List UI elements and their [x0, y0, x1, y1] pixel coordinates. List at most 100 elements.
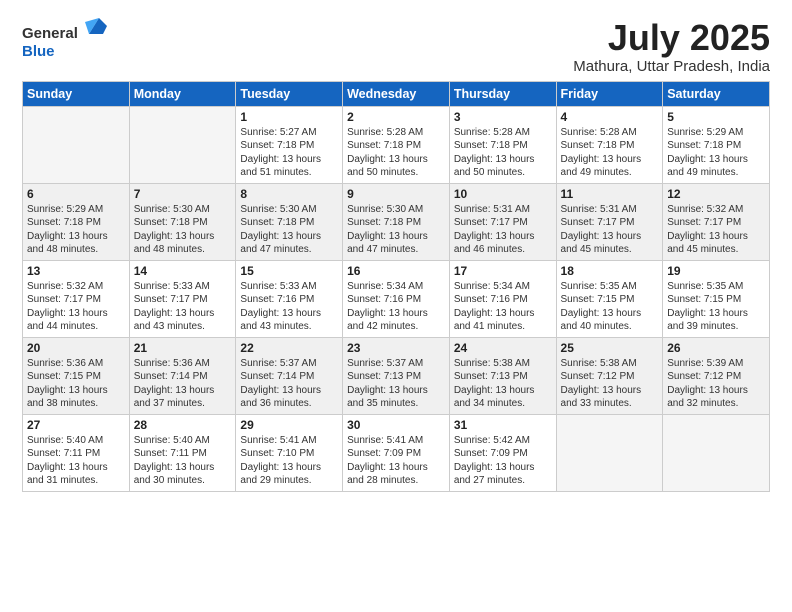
calendar-cell: 3 Sunrise: 5:28 AM Sunset: 7:18 PM Daylig… [449, 106, 556, 183]
day-info: Sunrise: 5:42 AM Sunset: 7:09 PM Dayligh… [454, 434, 552, 488]
weekday-header: Wednesday [343, 81, 450, 106]
day-number: 2 [347, 110, 445, 124]
day-info: Sunrise: 5:37 AM Sunset: 7:14 PM Dayligh… [240, 357, 338, 411]
day-number: 6 [27, 187, 125, 201]
calendar-cell: 31 Sunrise: 5:42 AM Sunset: 7:09 PM Dayli… [449, 414, 556, 491]
calendar-cell: 19 Sunrise: 5:35 AM Sunset: 7:15 PM Dayli… [663, 260, 770, 337]
calendar-cell: 12 Sunrise: 5:32 AM Sunset: 7:17 PM Dayli… [663, 183, 770, 260]
day-number: 24 [454, 341, 552, 355]
day-number: 3 [454, 110, 552, 124]
day-info: Sunrise: 5:35 AM Sunset: 7:15 PM Dayligh… [667, 280, 765, 334]
weekday-header: Sunday [23, 81, 130, 106]
day-info: Sunrise: 5:36 AM Sunset: 7:15 PM Dayligh… [27, 357, 125, 411]
day-number: 20 [27, 341, 125, 355]
calendar-cell: 24Sunrise: 5:38 AM Sunset: 7:13 PM Dayli… [449, 337, 556, 414]
calendar-cell: 1Sunrise: 5:27 AM Sunset: 7:18 PM Daylig… [236, 106, 343, 183]
day-info: Sunrise: 5:33 AM Sunset: 7:16 PM Dayligh… [240, 280, 338, 334]
day-number: 30 [347, 418, 445, 432]
day-number: 18 [561, 264, 659, 278]
calendar-cell: 14Sunrise: 5:33 AM Sunset: 7:17 PM Dayli… [129, 260, 236, 337]
day-number: 1 [240, 110, 338, 124]
calendar-cell: 17 Sunrise: 5:34 AM Sunset: 7:16 PM Dayli… [449, 260, 556, 337]
main-title: July 2025 [573, 18, 770, 58]
day-number: 16 [347, 264, 445, 278]
day-number: 26 [667, 341, 765, 355]
day-info: Sunrise: 5:34 AM Sunset: 7:16 PM Dayligh… [347, 280, 445, 334]
calendar-cell: 8 Sunrise: 5:30 AM Sunset: 7:18 PM Daylig… [236, 183, 343, 260]
day-info: Sunrise: 5:30 AM Sunset: 7:18 PM Dayligh… [347, 203, 445, 257]
day-number: 13 [27, 264, 125, 278]
weekday-header: Thursday [449, 81, 556, 106]
day-info: Sunrise: 5:34 AM Sunset: 7:16 PM Dayligh… [454, 280, 552, 334]
day-info: Sunrise: 5:29 AM Sunset: 7:18 PM Dayligh… [27, 203, 125, 257]
calendar-cell: 15 Sunrise: 5:33 AM Sunset: 7:16 PM Dayli… [236, 260, 343, 337]
subtitle: Mathura, Uttar Pradesh, India [573, 58, 770, 75]
day-number: 4 [561, 110, 659, 124]
weekday-header: Tuesday [236, 81, 343, 106]
day-number: 27 [27, 418, 125, 432]
day-number: 9 [347, 187, 445, 201]
day-info: Sunrise: 5:38 AM Sunset: 7:12 PM Dayligh… [561, 357, 659, 411]
day-info: Sunrise: 5:30 AM Sunset: 7:18 PM Dayligh… [240, 203, 338, 257]
calendar-cell: 4 Sunrise: 5:28 AM Sunset: 7:18 PM Daylig… [556, 106, 663, 183]
logo-icon [85, 16, 107, 38]
calendar-week-row: 13Sunrise: 5:32 AM Sunset: 7:17 PM Dayli… [23, 260, 770, 337]
day-number: 22 [240, 341, 338, 355]
day-info: Sunrise: 5:32 AM Sunset: 7:17 PM Dayligh… [667, 203, 765, 257]
day-number: 25 [561, 341, 659, 355]
day-info: Sunrise: 5:36 AM Sunset: 7:14 PM Dayligh… [134, 357, 232, 411]
calendar-cell: 2 Sunrise: 5:28 AM Sunset: 7:18 PM Daylig… [343, 106, 450, 183]
calendar-cell: 11Sunrise: 5:31 AM Sunset: 7:17 PM Dayli… [556, 183, 663, 260]
calendar-cell: 23Sunrise: 5:37 AM Sunset: 7:13 PM Dayli… [343, 337, 450, 414]
day-number: 5 [667, 110, 765, 124]
day-info: Sunrise: 5:41 AM Sunset: 7:09 PM Dayligh… [347, 434, 445, 488]
calendar-cell: 21 Sunrise: 5:36 AM Sunset: 7:14 PM Dayli… [129, 337, 236, 414]
day-number: 28 [134, 418, 232, 432]
logo-general: General [22, 20, 107, 43]
day-info: Sunrise: 5:28 AM Sunset: 7:18 PM Dayligh… [454, 126, 552, 180]
weekday-header: Monday [129, 81, 236, 106]
calendar-week-row: 20 Sunrise: 5:36 AM Sunset: 7:15 PM Dayli… [23, 337, 770, 414]
day-info: Sunrise: 5:40 AM Sunset: 7:11 PM Dayligh… [27, 434, 125, 488]
calendar-cell: 16 Sunrise: 5:34 AM Sunset: 7:16 PM Dayli… [343, 260, 450, 337]
day-info: Sunrise: 5:30 AM Sunset: 7:18 PM Dayligh… [134, 203, 232, 257]
calendar-cell: 27 Sunrise: 5:40 AM Sunset: 7:11 PM Dayli… [23, 414, 130, 491]
day-number: 7 [134, 187, 232, 201]
weekday-header-row: SundayMondayTuesdayWednesdayThursdayFrid… [23, 81, 770, 106]
day-number: 15 [240, 264, 338, 278]
calendar-cell: 30 Sunrise: 5:41 AM Sunset: 7:09 PM Dayli… [343, 414, 450, 491]
calendar-cell: 7 Sunrise: 5:30 AM Sunset: 7:18 PM Daylig… [129, 183, 236, 260]
day-number: 21 [134, 341, 232, 355]
calendar-cell [556, 414, 663, 491]
calendar-cell: 20 Sunrise: 5:36 AM Sunset: 7:15 PM Dayli… [23, 337, 130, 414]
calendar-cell: 10 Sunrise: 5:31 AM Sunset: 7:17 PM Dayli… [449, 183, 556, 260]
calendar-cell [663, 414, 770, 491]
calendar: SundayMondayTuesdayWednesdayThursdayFrid… [22, 81, 770, 492]
calendar-cell: 25 Sunrise: 5:38 AM Sunset: 7:12 PM Dayli… [556, 337, 663, 414]
calendar-cell: 26Sunrise: 5:39 AM Sunset: 7:12 PM Dayli… [663, 337, 770, 414]
title-block: July 2025 Mathura, Uttar Pradesh, India [573, 18, 770, 75]
day-number: 12 [667, 187, 765, 201]
day-info: Sunrise: 5:37 AM Sunset: 7:13 PM Dayligh… [347, 357, 445, 411]
calendar-cell: 22 Sunrise: 5:37 AM Sunset: 7:14 PM Dayli… [236, 337, 343, 414]
calendar-cell [23, 106, 130, 183]
day-number: 17 [454, 264, 552, 278]
calendar-cell: 9 Sunrise: 5:30 AM Sunset: 7:18 PM Daylig… [343, 183, 450, 260]
day-info: Sunrise: 5:31 AM Sunset: 7:17 PM Dayligh… [454, 203, 552, 257]
day-number: 31 [454, 418, 552, 432]
logo: General Blue [22, 20, 107, 61]
calendar-cell: 29Sunrise: 5:41 AM Sunset: 7:10 PM Dayli… [236, 414, 343, 491]
day-info: Sunrise: 5:28 AM Sunset: 7:18 PM Dayligh… [561, 126, 659, 180]
day-number: 19 [667, 264, 765, 278]
day-info: Sunrise: 5:31 AM Sunset: 7:17 PM Dayligh… [561, 203, 659, 257]
day-info: Sunrise: 5:28 AM Sunset: 7:18 PM Dayligh… [347, 126, 445, 180]
calendar-cell: 28Sunrise: 5:40 AM Sunset: 7:11 PM Dayli… [129, 414, 236, 491]
day-number: 8 [240, 187, 338, 201]
calendar-week-row: 6 Sunrise: 5:29 AM Sunset: 7:18 PM Daylig… [23, 183, 770, 260]
day-info: Sunrise: 5:33 AM Sunset: 7:17 PM Dayligh… [134, 280, 232, 334]
weekday-header: Saturday [663, 81, 770, 106]
day-info: Sunrise: 5:29 AM Sunset: 7:18 PM Dayligh… [667, 126, 765, 180]
calendar-cell: 6 Sunrise: 5:29 AM Sunset: 7:18 PM Daylig… [23, 183, 130, 260]
day-number: 10 [454, 187, 552, 201]
calendar-week-row: 27 Sunrise: 5:40 AM Sunset: 7:11 PM Dayli… [23, 414, 770, 491]
